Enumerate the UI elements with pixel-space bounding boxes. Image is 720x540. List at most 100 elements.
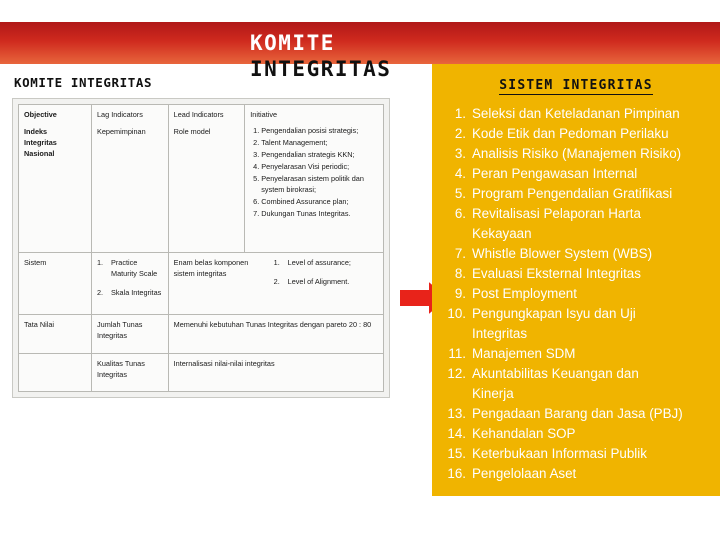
panel-title-text: SISTEM INTEGRITAS [499, 78, 653, 95]
table-row: Objective Indeks Integritas Nasional Lag… [18, 103, 384, 254]
cell-line: Nasional [24, 149, 55, 158]
item-text: Evaluasi Eksternal Integritas [472, 266, 641, 281]
item-text-cont: Kinerja [472, 386, 514, 401]
slide: KOMITE INTEGRITAS KOMITE INTEGRITAS Obje… [0, 0, 720, 540]
list-item: 8. Evaluasi Eksternal Integritas [440, 264, 716, 284]
item-text: Pengelolaan Aset [472, 466, 577, 481]
sub-item: 1. Level of assurance; [274, 257, 378, 268]
item-text-main: Revitalisasi Pelaporan Harta [472, 206, 641, 221]
item-text: Program Pengendalian Gratifikasi [472, 186, 673, 201]
list-item: Penyelarasan Visi periodic; [261, 161, 378, 172]
table-row: Sistem 1. Practice Maturity Scale 2. Ska… [18, 252, 385, 316]
item-number: 16. [447, 466, 466, 481]
item-text-main: Akuntabilitas Keuangan dan [472, 366, 639, 381]
cell-line: Objective [24, 110, 57, 119]
list-item: 2. Kode Etik dan Pedoman Perilaku [440, 124, 716, 144]
list-item: 10. Pengungkapan Isyu dan Uji Integritas [440, 304, 716, 344]
item-text: Revitalisasi Pelaporan Harta Kekayaan [472, 204, 716, 244]
list-item: Dukungan Tunas Integritas. [261, 208, 378, 219]
list-item: 5. Program Pengendalian Gratifikasi [440, 184, 716, 204]
list-item: Pengendalian strategis KKN; [261, 149, 378, 160]
sub-text: Skala Integritas [111, 288, 162, 298]
cell-line: Lead Indicators [173, 110, 224, 119]
integrity-matrix-image: Objective Indeks Integritas Nasional Lag… [12, 98, 390, 398]
matrix-cell-tata-nilai: Tata Nilai [18, 314, 92, 354]
list-item: 12. Akuntabilitas Keuangan dan Kinerja [440, 364, 716, 404]
sub-number: 1. [273, 258, 280, 268]
item-number: 3. [454, 146, 466, 161]
item-number: 10. [447, 306, 466, 321]
item-text-main: Pengungkapan Isyu dan Uji [472, 306, 636, 321]
item-number: 4. [454, 166, 466, 181]
cell-line: Memenuhi kebutuhan Tunas Integritas deng… [173, 320, 372, 330]
matrix-cell-initiative: Initiative Pengendalian posisi strategis… [244, 103, 384, 254]
matrix-cell-pareto: Memenuhi kebutuhan Tunas Integritas deng… [167, 314, 385, 354]
sub-text: Level of Alignment. [287, 277, 350, 287]
sub-item: 1. Practice Maturity Scale [97, 257, 163, 279]
table-row: Tata Nilai Jumlah Tunas Integritas Memen… [18, 314, 385, 354]
list-item: 1. Seleksi dan Keteladanan Pimpinan [440, 104, 716, 124]
table-row: Kualitas Tunas Integritas Internalisasi … [18, 352, 385, 393]
item-number: 15. [447, 446, 466, 461]
item-number: 5. [454, 186, 466, 201]
sub-number: 2. [273, 277, 280, 287]
item-number: 1. [454, 106, 466, 121]
item-text: Seleksi dan Keteladanan Pimpinan [472, 106, 680, 121]
cell-line: Internalisasi nilai-nilai integritas [173, 358, 275, 368]
item-text: Kode Etik dan Pedoman Perilaku [472, 126, 669, 141]
item-text-cont: Kekayaan [472, 226, 532, 241]
sistem-integritas-list: 1. Seleksi dan Keteladanan Pimpinan 2. K… [440, 104, 716, 484]
list-item: Talent Management; [261, 137, 378, 148]
list-item: 11. Manajemen SDM [440, 344, 716, 364]
sub-item: 2. Skala Integritas [97, 287, 163, 298]
slide-center-title: KOMITE INTEGRITAS [250, 30, 430, 82]
item-text: Post Employment [472, 286, 577, 301]
cell-line: Initiative [250, 110, 278, 119]
item-number: 8. [454, 266, 466, 281]
item-text: Analisis Risiko (Manajemen Risiko) [472, 146, 682, 161]
cell-line: Tata Nilai [24, 320, 55, 330]
cell-line: Integritas [24, 138, 57, 147]
cell-line: Enam belas komponen sistem integritas [173, 258, 249, 279]
list-item: Combined Assurance plan; [261, 196, 378, 207]
cell-line: Jumlah Tunas Integritas [97, 320, 143, 341]
sub-number: 2. [97, 288, 104, 298]
sistem-integritas-panel: SISTEM INTEGRITAS 1. Seleksi dan Ketelad… [432, 64, 720, 496]
panel-title: SISTEM INTEGRITAS [432, 78, 720, 95]
item-text: Whistle Blower System (WBS) [472, 246, 653, 261]
matrix-cell-sistem: Sistem [18, 252, 92, 316]
item-text: Manajemen SDM [472, 346, 576, 361]
list-item: Pengendalian posisi strategis; [261, 125, 378, 136]
cell-line: Kepemimpinan [97, 127, 146, 136]
list-item: 3. Analisis Risiko (Manajemen Risiko) [440, 144, 716, 164]
slide-left-title: KOMITE INTEGRITAS [14, 75, 153, 90]
initiative-list: Pengendalian posisi strategis; Talent Ma… [250, 125, 378, 219]
integrity-matrix-table: Objective Indeks Integritas Nasional Lag… [18, 103, 385, 393]
sub-text: Practice Maturity Scale [111, 258, 158, 279]
item-text: Akuntabilitas Keuangan dan Kinerja [472, 364, 716, 404]
item-text: Pengungkapan Isyu dan Uji Integritas [472, 304, 716, 344]
cell-line: Sistem [24, 258, 47, 268]
matrix-cell-lead-indicators: Lead Indicators Role model [167, 103, 246, 254]
matrix-cell-lag-indicators: Lag Indicators Kepemimpinan [91, 103, 169, 254]
matrix-cell-internalisasi: Internalisasi nilai-nilai integritas [167, 352, 385, 393]
list-item: 13. Pengadaan Barang dan Jasa (PBJ) [440, 404, 716, 424]
item-number: 2. [454, 126, 466, 141]
sub-number: 1. [97, 258, 104, 268]
item-text: Pengadaan Barang dan Jasa (PBJ) [472, 406, 683, 421]
cell-line: Role model [173, 127, 211, 136]
list-item: 9. Post Employment [440, 284, 716, 304]
center-title-line1: KOMITE [250, 31, 335, 55]
list-item: 15. Keterbukaan Informasi Publik [440, 444, 716, 464]
list-item: Penyelarasan sistem politik dan system b… [261, 173, 378, 195]
item-number: 6. [454, 206, 466, 221]
item-text: Kehandalan SOP [472, 426, 576, 441]
cell-line: Indeks [24, 127, 48, 136]
matrix-cell-jumlah-tunas: Jumlah Tunas Integritas [91, 314, 169, 354]
list-item: 7. Whistle Blower System (WBS) [440, 244, 716, 264]
item-text: Peran Pengawasan Internal [472, 166, 638, 181]
item-number: 13. [447, 406, 466, 421]
matrix-cell-sistem-lag: 1. Practice Maturity Scale 2. Skala Inte… [91, 252, 169, 316]
sub-text: Level of assurance; [287, 258, 351, 268]
matrix-cell-empty [18, 352, 92, 393]
